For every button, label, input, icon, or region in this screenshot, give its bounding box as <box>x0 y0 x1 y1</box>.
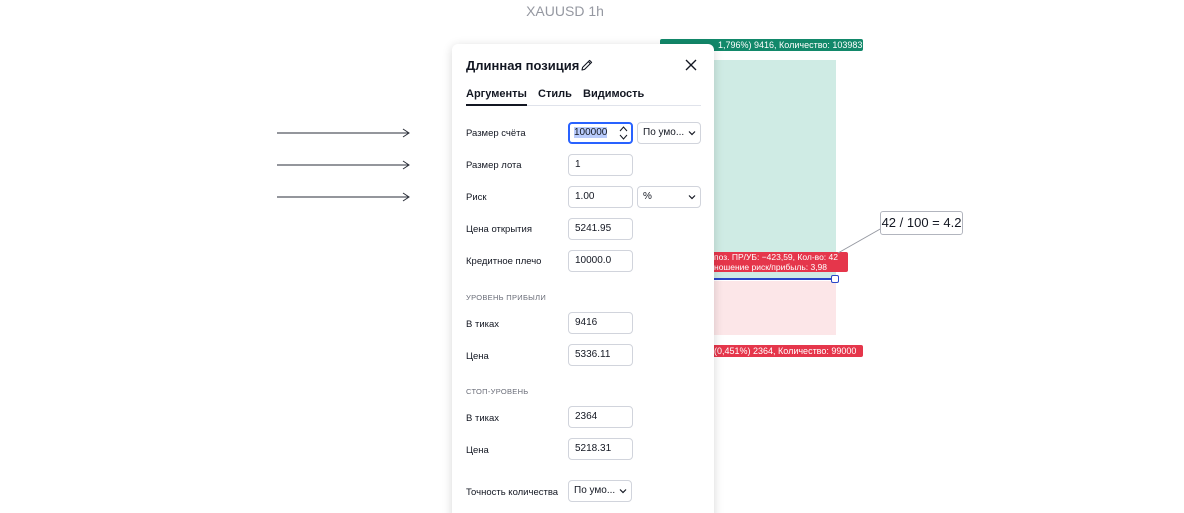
stop-price-input[interactable]: 5218.31 <box>568 438 633 460</box>
profit-price-label: Цена <box>466 351 489 362</box>
stop-ticks-label: В тиках <box>466 413 500 424</box>
profit-price-input[interactable]: 5336.11 <box>568 344 633 366</box>
account-size-value: 100000 <box>574 127 608 138</box>
chevron-down-icon <box>619 489 627 494</box>
dialog-title: Длинная позиция <box>466 58 580 73</box>
account-currency-value: По умо... <box>643 127 685 138</box>
account-size-label: Размер счёта <box>466 128 526 139</box>
stop-price-label: Цена <box>466 445 489 456</box>
leverage-label: Кредитное плечо <box>466 256 542 267</box>
chevron-down-icon <box>688 195 696 200</box>
chevron-down-icon <box>688 131 696 136</box>
long-position-settings-dialog: Длинная позиция Аргументы Стиль Видимост… <box>452 44 714 513</box>
risk-label: Риск <box>466 192 487 203</box>
tab-style[interactable]: Стиль <box>538 88 572 106</box>
leverage-input[interactable]: 10000.0 <box>568 250 633 272</box>
dialog-tabs: Аргументы Стиль Видимость <box>466 88 701 106</box>
stop-ticks-input[interactable]: 2364 <box>568 406 633 428</box>
risk-unit-select[interactable]: % <box>637 186 701 208</box>
entry-price-label: Цена открытия <box>466 224 532 235</box>
pencil-icon[interactable] <box>580 58 594 72</box>
account-currency-select[interactable]: По умо... <box>637 122 701 144</box>
quantity-formula-callout: 42 / 100 = 4.2 <box>880 211 963 235</box>
qty-precision-label: Точность количества <box>466 487 559 498</box>
profit-level-heading: УРОВЕНЬ ПРИБЫЛИ <box>466 293 547 302</box>
close-icon[interactable] <box>684 58 698 72</box>
tab-arguments[interactable]: Аргументы <box>466 88 527 106</box>
lot-size-label: Размер лота <box>466 160 522 171</box>
qty-precision-value: По умо... <box>574 485 616 496</box>
tab-visibility[interactable]: Видимость <box>583 88 644 106</box>
profit-ticks-label: В тиках <box>466 319 500 330</box>
entry-price-input[interactable]: 5241.95 <box>568 218 633 240</box>
lot-size-input[interactable]: 1 <box>568 154 633 176</box>
account-size-input[interactable]: 100000 <box>568 122 633 144</box>
qty-precision-select[interactable]: По умо... <box>568 480 632 502</box>
stop-level-heading: СТОП-УРОВЕНЬ <box>466 387 529 396</box>
stepper-arrows-icon[interactable] <box>619 125 628 141</box>
risk-unit-value: % <box>643 191 652 202</box>
risk-input[interactable]: 1.00 <box>568 186 633 208</box>
profit-ticks-input[interactable]: 9416 <box>568 312 633 334</box>
